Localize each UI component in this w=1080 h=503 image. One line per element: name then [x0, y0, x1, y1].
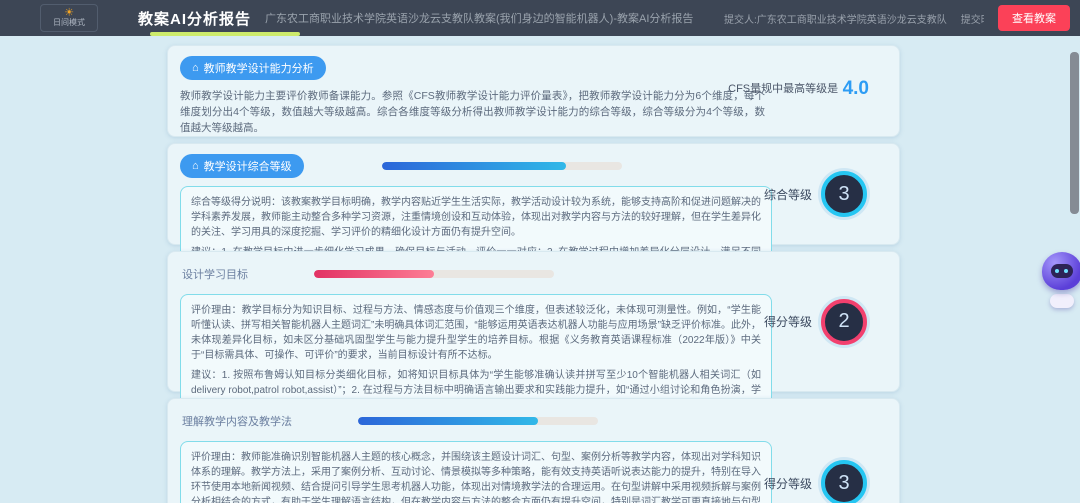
section-learning-objectives: 设计学习目标 评价理由：教学目标分为知识目标、过程与方法、情感态度与价值观三个维… [167, 251, 900, 392]
page-title: 教案AI分析报告 [138, 8, 251, 29]
report-subtitle: 广东农工商职业技术学院英语沙龙云支教队教案(我们身边的智能机器人)-教案AI分析… [265, 10, 693, 26]
intro-card: ⌂ 教师教学设计能力分析 教师教学设计能力主要评价教师备课能力。参照《CFS教师… [167, 45, 900, 137]
content-pedagogy-detail-box: 评价理由：教师能准确识别智能机器人主题的核心概念，并围绕该主题设计词汇、句型、案… [180, 441, 772, 503]
overall-grade-score-label: 综合等级 [764, 186, 812, 203]
robot-base [1050, 294, 1074, 308]
content-pedagogy-score-circle: 3 [821, 460, 867, 503]
sun-icon: ☀ [64, 8, 74, 18]
robot-face [1051, 264, 1073, 278]
content-pedagogy-title: 理解教学内容及教学法 [180, 409, 294, 433]
view-plan-button[interactable]: 查看教案 [998, 5, 1070, 31]
overall-grade-progress-fill [382, 162, 567, 170]
section-content-pedagogy: 理解教学内容及教学法 评价理由：教师能准确识别智能机器人主题的核心概念，并围绕该… [167, 398, 900, 503]
content-pedagogy-reason: 评价理由：教师能准确识别智能机器人主题的核心概念，并围绕该主题设计词汇、句型、案… [191, 450, 761, 503]
overall-grade-explanation: 综合等级得分说明：该教案教学目标明确，教学内容贴近学生生活实际，教学活动设计较为… [191, 195, 761, 240]
cfs-max-grade: CFS量规中最高等级是 4.0 [728, 78, 869, 100]
submit-time-text: 提交时间: 2025-07-23 17:43:44 [961, 11, 984, 26]
report-body: ⌂ 教师教学设计能力分析 教师教学设计能力主要评价教师备课能力。参照《CFS教师… [0, 36, 1080, 503]
content-pedagogy-score-label: 得分等级 [764, 475, 812, 492]
overall-grade-score-circle: 3 [821, 171, 867, 217]
cfs-max-grade-value: 4.0 [843, 78, 869, 99]
learning-objectives-title: 设计学习目标 [180, 262, 250, 286]
home-icon: ⌂ [192, 63, 199, 74]
learning-objectives-progress-fill [314, 270, 434, 278]
submitter-text: 提交人:广东农工商职业技术学院英语沙龙云支教队 [724, 11, 947, 26]
robot-icon [1042, 252, 1080, 290]
assistant-robot-widget[interactable] [1042, 252, 1080, 314]
learning-objectives-score-label: 得分等级 [764, 313, 812, 330]
robot-eye [1064, 269, 1068, 273]
overall-grade-progress-track [382, 162, 622, 170]
ability-analysis-badge: ⌂ 教师教学设计能力分析 [180, 56, 326, 80]
day-mode-toggle[interactable]: ☀ 日间模式 [40, 4, 98, 32]
ability-analysis-badge-label: 教师教学设计能力分析 [204, 60, 314, 76]
learning-objectives-reason: 评价理由：教学目标分为知识目标、过程与方法、情感态度与价值观三个维度，但表述较泛… [191, 303, 761, 363]
day-mode-label: 日间模式 [53, 18, 85, 28]
overall-grade-badge: ⌂ 教学设计综合等级 [180, 154, 304, 178]
section-overall-grade: ⌂ 教学设计综合等级 综合等级得分说明：该教案教学目标明确，教学内容贴近学生生活… [167, 143, 900, 245]
ability-description: 教师教学设计能力主要评价教师备课能力。参照《CFS教师教学设计能力评价量表》，把… [180, 88, 765, 136]
learning-objectives-score-circle: 2 [821, 299, 867, 345]
content-pedagogy-progress-fill [358, 417, 538, 425]
content-pedagogy-progress-track [358, 417, 598, 425]
app-header: ☀ 日间模式 教案AI分析报告 广东农工商职业技术学院英语沙龙云支教队教案(我们… [0, 0, 1080, 36]
learning-objectives-progress-track [314, 270, 554, 278]
robot-eye [1055, 269, 1059, 273]
overall-grade-badge-label: 教学设计综合等级 [204, 158, 292, 174]
scrollbar-thumb[interactable] [1070, 52, 1079, 214]
cfs-max-grade-label: CFS量规中最高等级是 [728, 83, 838, 95]
home-icon: ⌂ [192, 161, 199, 172]
title-underline [150, 32, 300, 36]
